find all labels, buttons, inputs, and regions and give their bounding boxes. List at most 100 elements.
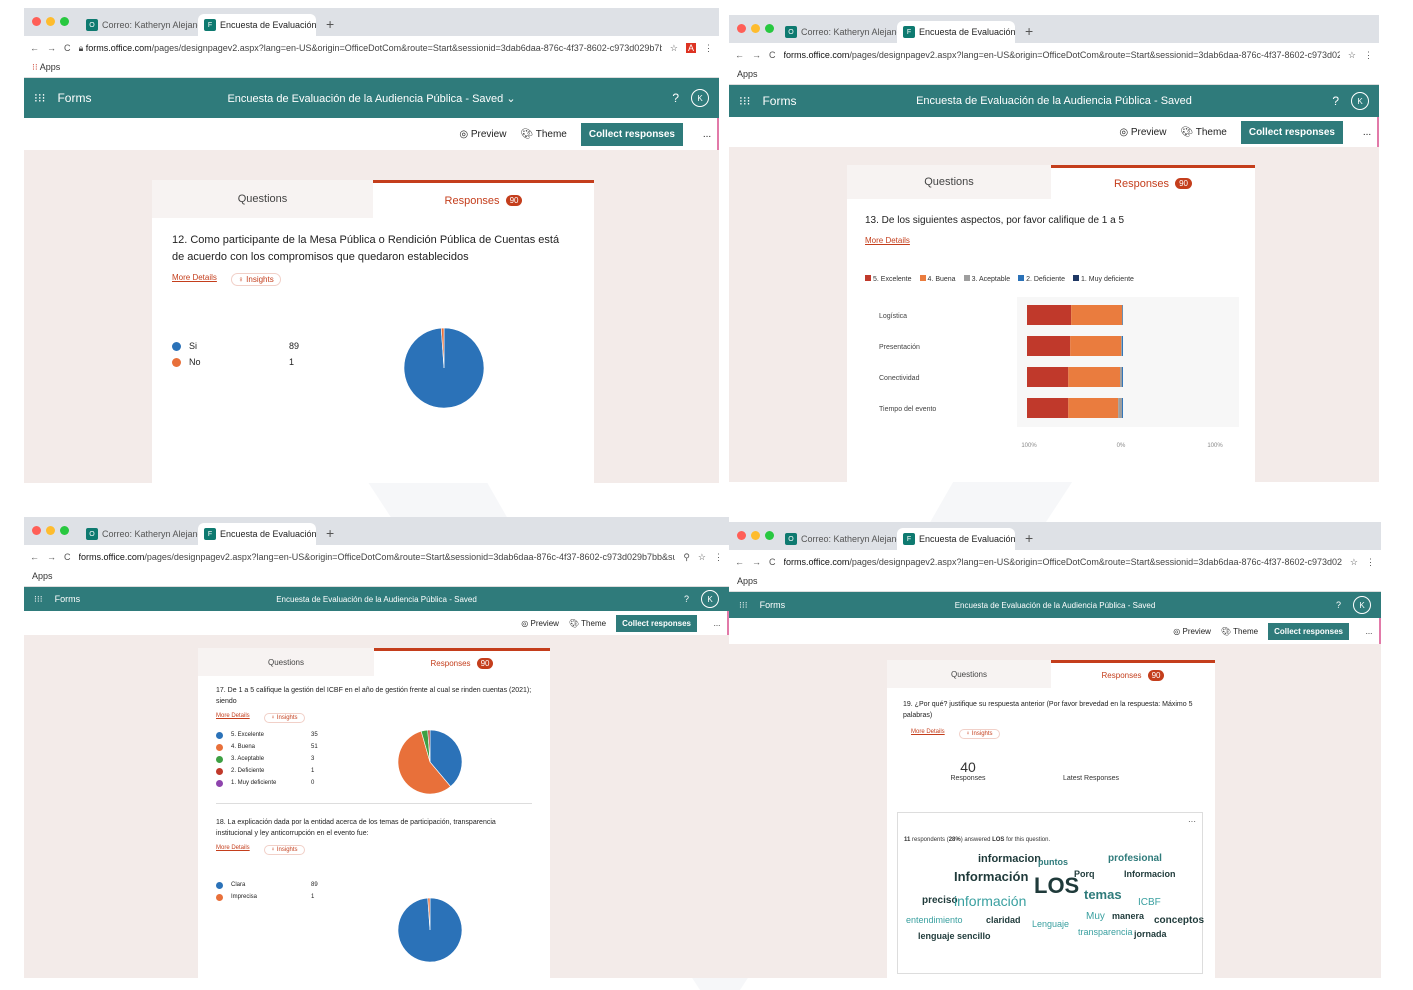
forward-icon[interactable]: → <box>47 552 56 562</box>
new-tab-icon[interactable]: + <box>1015 530 1043 550</box>
url-field[interactable]: forms.office.com/pages/designpagev2.aspx… <box>79 552 676 562</box>
insights-button[interactable]: ♀ Insights <box>264 845 305 855</box>
browser-tab-forms[interactable]: FEncuesta de Evaluación de la A <box>198 523 316 545</box>
browser-tab-mail[interactable]: OCorreo: Katheryn Alejandra Arc <box>779 21 897 43</box>
collect-responses-button[interactable]: Collect responses <box>1241 121 1343 144</box>
legend-label: 2. Deficiente <box>1026 276 1065 283</box>
help-icon[interactable]: ? <box>684 594 689 604</box>
browser-tab-forms[interactable]: FEncuesta de Evaluación de la A× <box>198 14 316 36</box>
forward-icon[interactable]: → <box>752 50 761 60</box>
back-icon[interactable]: ← <box>735 557 744 567</box>
command-bar: ◎ Preview 🎨︎ Theme Collect responses ... <box>24 118 719 150</box>
app-launcher-icon[interactable]: ⁝⁝⁝ <box>34 594 43 605</box>
bar-segment <box>1027 367 1068 387</box>
new-tab-icon[interactable]: + <box>316 525 344 545</box>
profile-icon[interactable]: ⋮ <box>714 552 723 563</box>
more-details-link[interactable]: More Details <box>216 845 250 855</box>
tab-questions[interactable]: Questions <box>152 180 373 218</box>
latest-responses-link[interactable]: Latest Responses <box>1063 775 1119 782</box>
insights-button[interactable]: ♀ Insights <box>264 713 305 723</box>
outlook-icon: O <box>86 19 98 31</box>
browser-tabstrip: OCorreo: Katheryn Alejandra Arc FEncuest… <box>729 15 1379 43</box>
back-icon[interactable]: ← <box>735 50 744 60</box>
collect-responses-button[interactable]: Collect responses <box>1268 623 1349 640</box>
browser-tab-mail[interactable]: OCorreo: Katheryn Alejandra Arc <box>779 528 897 550</box>
window-controls[interactable] <box>32 526 69 535</box>
collect-responses-button[interactable]: Collect responses <box>616 615 697 632</box>
theme-button[interactable]: 🎨︎ Theme <box>1180 127 1226 138</box>
window-controls[interactable] <box>737 24 774 33</box>
tab-responses[interactable]: Responses90 <box>1051 165 1255 199</box>
reload-icon[interactable]: C <box>64 552 71 562</box>
bar-segment <box>1122 398 1123 418</box>
url-field[interactable]: forms.office.com/pages/designpagev2.aspx… <box>784 50 1340 60</box>
acrobat-icon[interactable]: A <box>686 43 696 53</box>
more-options-button[interactable]: ... <box>697 118 719 150</box>
star-icon[interactable]: ☆ <box>670 43 678 54</box>
legend-label: 3. Aceptable <box>231 756 311 762</box>
window-controls[interactable] <box>32 17 69 26</box>
reload-icon[interactable]: C <box>769 557 776 567</box>
browser-tab-mail[interactable]: OCorreo: Katheryn Alejandra Arc <box>80 523 198 545</box>
theme-button[interactable]: 🎨︎ Theme <box>569 619 606 628</box>
browser-tab-forms[interactable]: FEncuesta de Evaluación de la A <box>897 528 1015 550</box>
avatar[interactable]: K <box>701 590 719 608</box>
insights-button[interactable]: ♀ Insights <box>959 729 1000 739</box>
help-icon[interactable]: ? <box>1332 94 1339 108</box>
more-options-button[interactable]: ... <box>707 611 729 635</box>
back-icon[interactable]: ← <box>30 552 39 562</box>
app-launcher-icon[interactable]: ⁝⁝⁝ <box>739 94 750 108</box>
tab-questions[interactable]: Questions <box>847 165 1051 199</box>
avatar[interactable]: K <box>691 89 709 107</box>
form-title: Encuesta de Evaluación de la Audiencia P… <box>24 92 719 105</box>
tab-questions[interactable]: Questions <box>887 660 1051 688</box>
profile-icon[interactable]: ⋮ <box>1364 50 1373 61</box>
browser-tab-forms[interactable]: FEncuesta de Evaluación de la A <box>897 21 1015 43</box>
browser-tab-mail[interactable]: OCorreo: Katheryn Alejandra Arc× <box>80 14 198 36</box>
more-details-link[interactable]: More Details <box>216 713 250 723</box>
star-icon[interactable]: ☆ <box>1348 50 1356 61</box>
forward-icon[interactable]: → <box>752 557 761 567</box>
star-icon[interactable]: ☆ <box>698 552 706 563</box>
apps-icon[interactable]: ⁝⁝ <box>32 62 38 72</box>
avatar[interactable]: K <box>1351 92 1369 110</box>
reload-icon[interactable]: C <box>64 43 71 53</box>
help-icon[interactable]: ? <box>1336 600 1341 610</box>
word-cloud-term: LOS <box>1034 873 1079 899</box>
theme-button[interactable]: 🎨︎ Theme <box>520 129 566 140</box>
more-icon[interactable]: ··· <box>1188 817 1196 826</box>
profile-icon[interactable]: ⋮ <box>704 43 713 54</box>
help-icon[interactable]: ? <box>672 91 679 105</box>
profile-icon[interactable]: ⋮ <box>1366 557 1375 568</box>
window-controls[interactable] <box>737 531 774 540</box>
app-launcher-icon[interactable]: ⁝⁝⁝ <box>34 91 45 105</box>
more-details-link[interactable]: More Details <box>865 236 910 245</box>
collect-responses-button[interactable]: Collect responses <box>581 123 683 146</box>
new-tab-icon[interactable]: + <box>316 16 344 36</box>
forward-icon[interactable]: → <box>47 43 56 53</box>
zoom-icon[interactable]: ⚲ <box>683 552 690 563</box>
app-launcher-icon[interactable]: ⁝⁝⁝ <box>739 600 748 611</box>
more-options-button[interactable]: ... <box>1359 618 1381 644</box>
axis-tick-label: 100% <box>1021 443 1037 449</box>
url-field[interactable]: 🔒︎ forms.office.com/pages/designpagev2.a… <box>79 43 662 54</box>
back-icon[interactable]: ← <box>30 43 39 53</box>
new-tab-icon[interactable]: + <box>1015 23 1043 43</box>
preview-button[interactable]: ◎ Preview <box>1119 127 1166 138</box>
theme-button[interactable]: 🎨︎ Theme <box>1221 627 1258 636</box>
reload-icon[interactable]: C <box>769 50 776 60</box>
preview-button[interactable]: ◎ Preview <box>1173 627 1211 636</box>
tab-responses[interactable]: Responses90 <box>373 180 594 218</box>
star-icon[interactable]: ☆ <box>1350 557 1358 568</box>
url-field[interactable]: forms.office.com/pages/designpagev2.aspx… <box>784 557 1342 567</box>
tab-questions[interactable]: Questions <box>198 648 374 676</box>
more-details-link[interactable]: More Details <box>172 273 217 286</box>
preview-button[interactable]: ◎ Preview <box>521 619 559 628</box>
tab-responses[interactable]: Responses90 <box>1051 660 1215 688</box>
insights-button[interactable]: ♀ Insights <box>231 273 281 286</box>
avatar[interactable]: K <box>1353 596 1371 614</box>
preview-button[interactable]: ◎ Preview <box>459 129 506 140</box>
more-details-link[interactable]: More Details <box>911 729 945 739</box>
more-options-button[interactable]: ... <box>1357 117 1379 147</box>
tab-responses[interactable]: Responses90 <box>374 648 550 676</box>
